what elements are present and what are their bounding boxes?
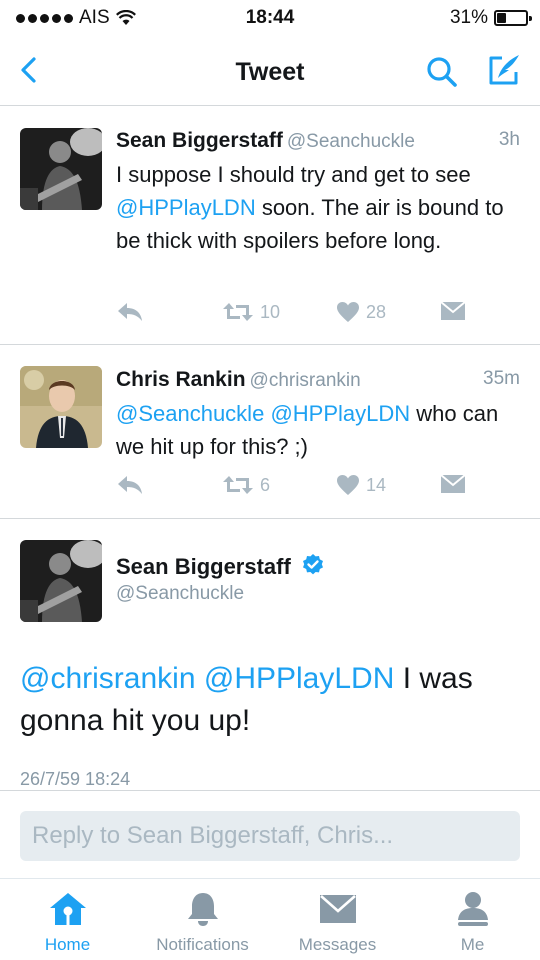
tweet-detail: Sean Biggerstaff @Seanchuckle @chrisrank… bbox=[0, 520, 540, 791]
tweet-text: I suppose I should try and get to see @H… bbox=[116, 158, 526, 257]
tab-messages[interactable]: Messages bbox=[270, 889, 405, 955]
author-name[interactable]: Chris Rankin bbox=[116, 368, 246, 391]
tab-notifications[interactable]: Notifications bbox=[135, 889, 270, 955]
tweet-text-segment: I suppose I should try and get to see bbox=[116, 162, 471, 187]
tweet-time: 3h bbox=[498, 129, 520, 150]
envelope-icon bbox=[440, 301, 466, 320]
heart-icon bbox=[337, 302, 359, 322]
author-handle[interactable]: @chrisrankin bbox=[250, 370, 361, 391]
reply-input[interactable] bbox=[20, 811, 520, 861]
like-button[interactable]: 28 bbox=[336, 301, 386, 323]
avatar[interactable] bbox=[20, 128, 102, 210]
reply-button[interactable] bbox=[116, 474, 144, 496]
tweet-header: Sean Biggerstaff @Seanchuckle 3h bbox=[116, 129, 520, 153]
tweet-actions: 6 14 bbox=[116, 474, 510, 504]
heart-icon bbox=[337, 475, 359, 495]
tweet-text: @chrisrankin @HPPlayLDN I was gonna hit … bbox=[20, 658, 526, 742]
status-bar: AIS 18:44 31% bbox=[0, 0, 540, 38]
battery-percent: 31% bbox=[449, 7, 488, 28]
tab-home[interactable]: Home bbox=[0, 889, 135, 955]
tweet-time: 35m bbox=[483, 368, 520, 389]
reply-button[interactable] bbox=[116, 301, 144, 323]
direct-message-button[interactable] bbox=[440, 474, 466, 494]
like-count: 28 bbox=[366, 301, 387, 322]
like-count: 14 bbox=[366, 474, 387, 495]
author-handle[interactable]: @Seanchuckle bbox=[116, 583, 244, 605]
tweet-header: Chris Rankin @chrisrankin 35m bbox=[116, 368, 520, 392]
mention-link[interactable]: @HPPlayLDN bbox=[270, 401, 410, 426]
tweet-text-segment bbox=[196, 662, 204, 695]
battery-icon bbox=[494, 10, 532, 26]
like-button[interactable]: 14 bbox=[336, 474, 386, 496]
author-name[interactable]: Sean Biggerstaff bbox=[116, 129, 283, 152]
compose-icon[interactable] bbox=[484, 50, 524, 90]
author-name[interactable]: Sean Biggerstaff bbox=[116, 554, 291, 579]
reply-icon bbox=[118, 303, 142, 321]
tab-me[interactable]: Me bbox=[405, 889, 540, 955]
direct-message-button[interactable] bbox=[440, 301, 466, 321]
retweet-button[interactable]: 6 bbox=[222, 474, 270, 496]
person-icon bbox=[457, 892, 488, 926]
reply-icon bbox=[118, 476, 142, 494]
tab-label: Me bbox=[460, 935, 485, 954]
retweet-icon bbox=[223, 476, 253, 494]
retweet-icon bbox=[223, 303, 253, 321]
mention-link[interactable]: @HPPlayLDN bbox=[116, 195, 256, 220]
tab-label: Notifications bbox=[156, 935, 249, 954]
tweet[interactable]: Chris Rankin @chrisrankin 35m @Seanchuckl… bbox=[0, 346, 540, 519]
retweet-button[interactable]: 10 bbox=[222, 301, 280, 323]
retweet-count: 10 bbox=[260, 301, 281, 322]
verified-badge-icon bbox=[302, 554, 323, 575]
reply-box bbox=[20, 811, 520, 861]
mention-link[interactable]: @chrisrankin bbox=[20, 662, 196, 695]
tweet[interactable]: Sean Biggerstaff @Seanchuckle 3h I suppos… bbox=[0, 107, 540, 345]
mention-link[interactable]: @HPPlayLDN bbox=[204, 662, 395, 695]
tab-bar: Home Notifications Messages Me bbox=[0, 878, 540, 960]
tweet-text: @Seanchuckle @HPPlayLDN who can we hit u… bbox=[116, 397, 526, 463]
tab-label: Messages bbox=[298, 935, 377, 954]
avatar[interactable] bbox=[20, 540, 102, 622]
tab-label: Home bbox=[44, 935, 91, 954]
tweet-actions: 10 28 bbox=[116, 301, 510, 331]
bell-icon bbox=[187, 893, 218, 926]
tweet-timestamp: 26/7/59 18:24 bbox=[20, 769, 131, 789]
author-handle[interactable]: @Seanchuckle bbox=[287, 131, 415, 152]
avatar[interactable] bbox=[20, 366, 102, 448]
mention-link[interactable]: @Seanchuckle bbox=[116, 401, 264, 426]
home-icon bbox=[49, 893, 86, 925]
envelope-icon bbox=[440, 474, 466, 493]
navigation-bar: Tweet bbox=[0, 38, 540, 106]
tweet-header: Sean Biggerstaff bbox=[116, 553, 520, 580]
battery-status: 31% bbox=[449, 7, 532, 29]
search-icon[interactable] bbox=[422, 52, 462, 92]
envelope-icon bbox=[319, 895, 356, 923]
retweet-count: 6 bbox=[260, 474, 271, 495]
